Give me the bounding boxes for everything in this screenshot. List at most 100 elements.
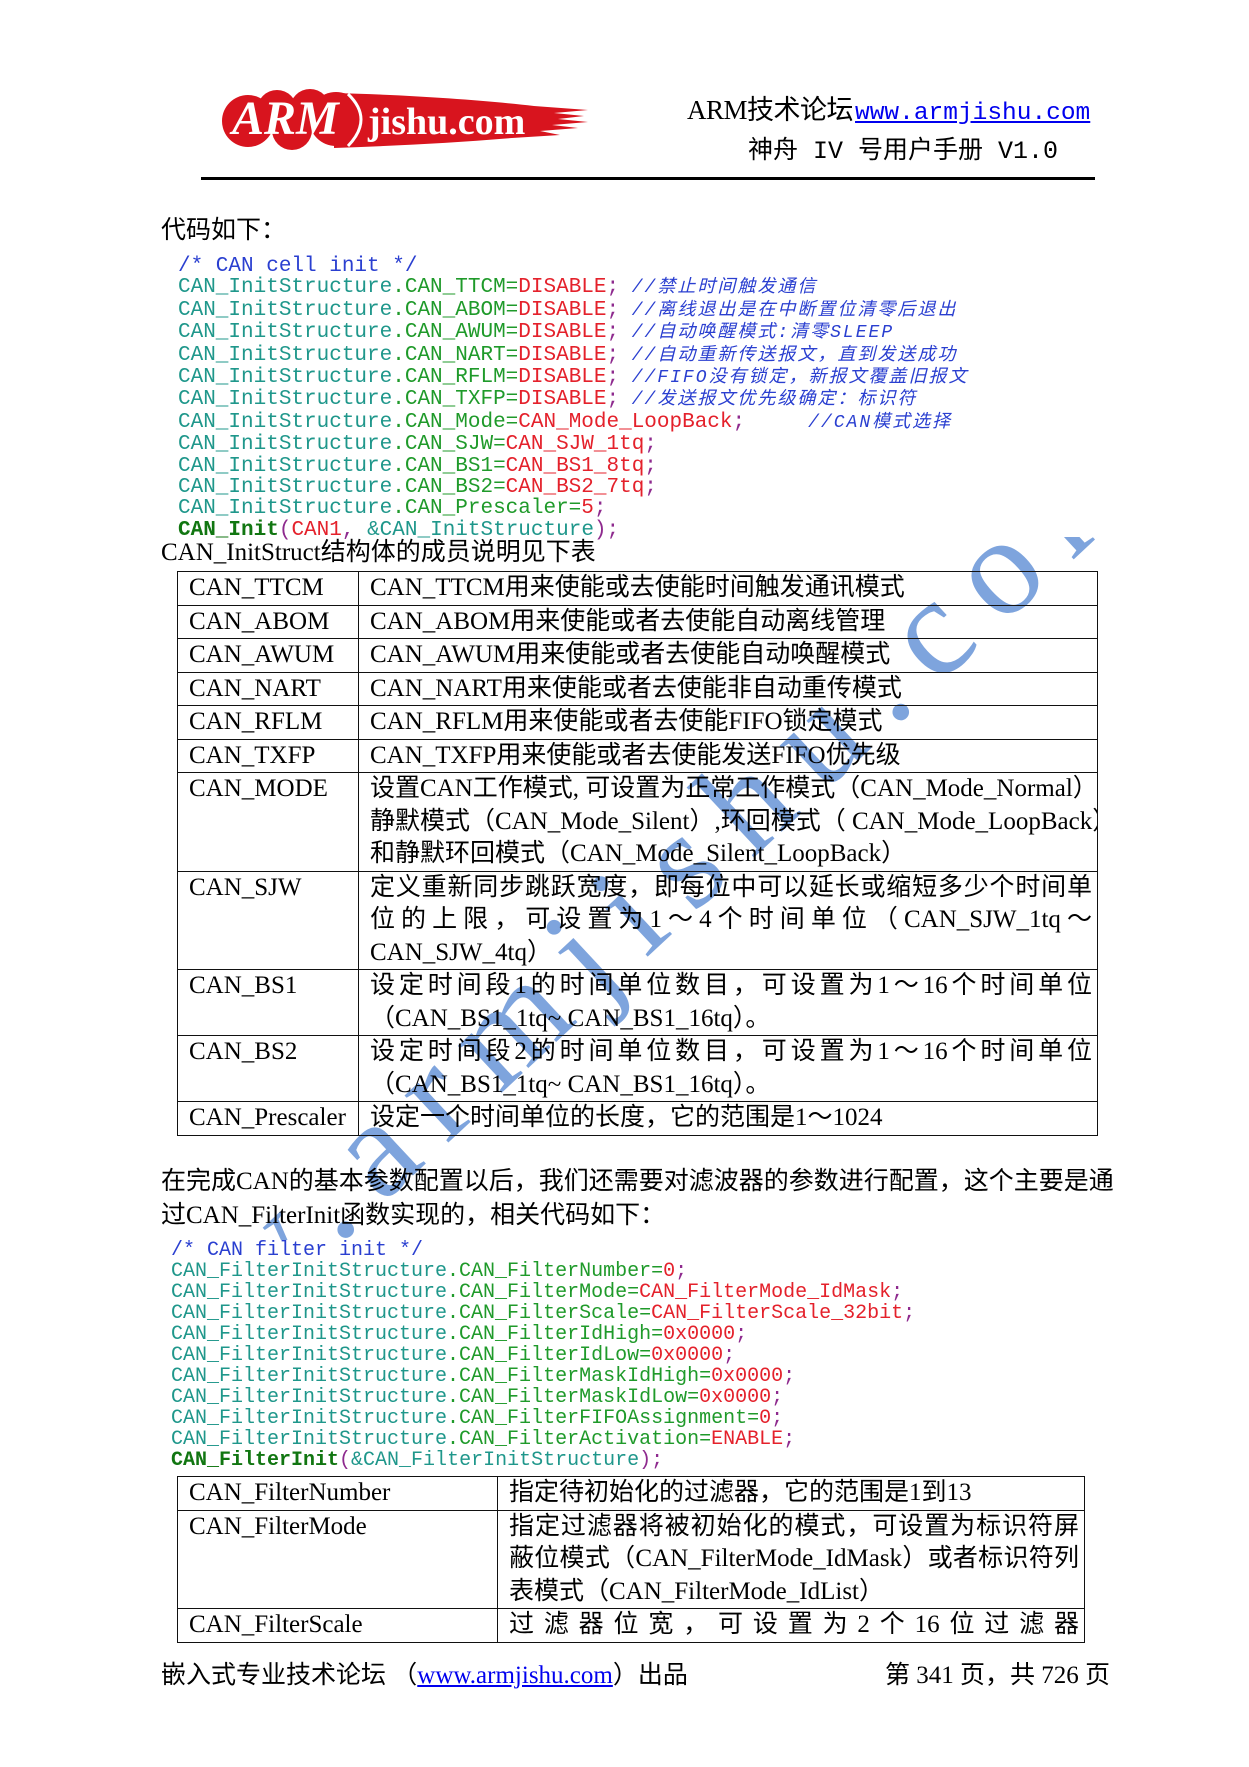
field-description-cell: CAN_AWUM用来使能或者去使能自动唤醒模式 <box>358 638 1098 673</box>
table-row: CAN_ABOM CAN_ABOM用来使能或者去使能自动离线管理 <box>177 604 1098 639</box>
code-line-comment: //自动重新传送报文，直到发送成功 <box>631 345 958 366</box>
code-punct: ); <box>639 1449 664 1472</box>
code-struct: CAN_InitStructure <box>178 476 393 500</box>
code-struct: CAN_FilterInitStructure <box>171 1428 448 1451</box>
code-line-comment: //FIFO没有锁定，新报文覆盖旧报文 <box>631 368 969 389</box>
code-line: CAN_FilterInit(&CAN_FilterInitStructure)… <box>171 1450 915 1471</box>
code-line: CAN_InitStructure.CAN_AWUM=DISABLE; //自动… <box>178 322 969 344</box>
description-line: CAN_NART用来使能或者去使能非自动重传模式 <box>370 674 902 702</box>
code-punct: ; <box>606 321 620 345</box>
code-struct: CAN_FilterInitStructure <box>171 1281 448 1304</box>
code-value: 0x0000 <box>699 1386 772 1409</box>
code-member: .CAN_FilterMaskIdHigh= <box>447 1365 712 1388</box>
page-number: 第 341 页，共 726 页 <box>884 1662 1110 1689</box>
table-row: CAN_NART CAN_NART用来使能或者去使能非自动重传模式 <box>177 671 1098 706</box>
field-name-cell: CAN_ABOM <box>177 604 359 639</box>
code-line: CAN_InitStructure.CAN_ABOM=DISABLE; //离线… <box>178 300 969 322</box>
code-line: CAN_InitStructure.CAN_TXFP=DISABLE; //发送… <box>178 389 969 411</box>
description-line: 设置CAN工作模式, 可设置为正常工作模式（CAN_Mode_Normal） <box>370 775 1098 802</box>
field-description-cell: 设定一个时间单位的长度，它的范围是1～1024 <box>358 1101 1098 1136</box>
code-line: CAN_InitStructure.CAN_NART=DISABLE; //自动… <box>178 343 969 367</box>
code-struct: CAN_FilterInitStructure <box>171 1260 448 1283</box>
description-line: 表模式（CAN_FilterMode_IdList） <box>509 1577 884 1605</box>
table-row: CAN_TTCM CAN_TTCM用来使能或去使能时间触发通讯模式 <box>177 571 1098 606</box>
intro-text: 代码如下： <box>161 217 287 244</box>
code-block-comment: /* CAN cell init */ <box>178 255 418 278</box>
table-row: CAN_MODE 设置CAN工作模式, 可设置为正常工作模式（CAN_Mode_N… <box>177 772 1098 872</box>
code-value: DISABLE <box>518 388 607 412</box>
description-line: CAN_RFLM用来使能或者去使能FIFO锁定模式 <box>370 708 883 735</box>
field-description-cell: 指定待初始化的过滤器，它的范围是1到13 <box>497 1476 1085 1511</box>
code-value: 0 <box>663 1260 676 1283</box>
code-line: CAN_FilterInitStructure.CAN_FilterScale=… <box>171 1303 915 1324</box>
header-site-link[interactable]: www.armjishu.com <box>855 100 1090 127</box>
code-struct: CAN_InitStructure <box>178 497 393 521</box>
code-member: .CAN_FilterActivation= <box>447 1428 712 1451</box>
code-value: CAN_SJW_1tq <box>505 433 645 457</box>
code-member: .CAN_BS1= <box>392 454 506 478</box>
footer-site-link[interactable]: www.armjishu.com <box>417 1662 613 1689</box>
code-member: .CAN_FilterScale= <box>447 1302 652 1325</box>
code-struct: CAN_InitStructure <box>178 366 393 390</box>
document-page: www.armjishu.com ARM jishu.com ARM技术论坛ww… <box>0 0 1249 1767</box>
table-row: CAN_FilterScale 过滤器位宽，可设置为2个16位过滤器 <box>177 1608 1085 1643</box>
table-row: CAN_RFLM CAN_RFLM用来使能或者去使能FIFO锁定模式 <box>177 705 1098 740</box>
description-line: （CAN_BS1_1tq~ CAN_BS1_16tq）。 <box>370 1004 771 1032</box>
field-name-cell: CAN_TTCM <box>177 571 359 606</box>
header-forum-line: ARM技术论坛www.armjishu.com <box>687 95 1090 129</box>
code-punct: ; <box>593 497 607 521</box>
table-row: CAN_Prescaler 设定一个时间单位的长度，它的范围是1～1024 <box>177 1101 1098 1136</box>
code-value: CAN_FilterMode_IdMask <box>639 1281 892 1304</box>
code-value: CAN_Mode_LoopBack <box>518 410 733 434</box>
code-line: CAN_InitStructure.CAN_SJW=CAN_SJW_1tq; <box>178 434 969 455</box>
code-value: DISABLE <box>518 343 607 367</box>
field-description-cell: 设置CAN工作模式, 可设置为正常工作模式（CAN_Mode_Normal） 静默… <box>358 772 1098 872</box>
table-row: CAN_FilterMode 指定过滤器将被初始化的模式，可设置为标识符屏 蔽位模式… <box>177 1509 1085 1609</box>
code-line: CAN_FilterInitStructure.CAN_FilterMode=C… <box>171 1282 915 1303</box>
code-punct: ; <box>783 1365 796 1388</box>
code-block-can-init: /* CAN cell init */CAN_InitStructure.CAN… <box>178 256 969 541</box>
code-func: CAN_FilterInit <box>171 1449 340 1472</box>
code-struct: CAN_InitStructure <box>178 343 393 367</box>
field-name-cell: CAN_FilterMode <box>177 1509 498 1609</box>
table-row: CAN_FilterNumber 指定待初始化的过滤器，它的范围是1到13 <box>177 1476 1085 1511</box>
code-block-filter-init: /* CAN filter init */CAN_FilterInitStruc… <box>171 1240 915 1471</box>
code-line-comment: //发送报文优先级确定：标识符 <box>631 390 918 411</box>
code-value: DISABLE <box>518 298 607 322</box>
code-line: CAN_FilterInitStructure.CAN_FilterIdHigh… <box>171 1324 915 1345</box>
code-line: CAN_FilterInitStructure.CAN_FilterFIFOAs… <box>171 1408 915 1429</box>
code-member: .CAN_FilterMode= <box>447 1281 640 1304</box>
code-punct: ; <box>606 298 620 322</box>
code-punct: ); <box>593 518 620 542</box>
description-line: 设定一个时间单位的长度，它的范围是1～1024 <box>370 1104 883 1131</box>
code-line: CAN_InitStructure.CAN_BS1=CAN_BS1_8tq; <box>178 454 969 478</box>
filter-intro-paragraph: 在完成CAN的基本参数配置以后，我们还需要对滤波器的参数进行配置，这个主要是通 … <box>161 1165 1114 1233</box>
code-punct: ; <box>675 1260 688 1283</box>
code-member: .CAN_FilterIdHigh= <box>447 1323 664 1346</box>
description-line: CAN_TTCM用来使能或去使能时间触发通讯模式 <box>370 574 905 601</box>
description-line: CAN_SJW_4tq） <box>370 938 552 966</box>
code-punct: ; <box>644 433 657 457</box>
manual-title: 神舟 IV 号用户手册 V1.0 <box>748 137 1059 166</box>
code-struct: CAN_InitStructure <box>178 298 393 322</box>
field-description-cell: CAN_TXFP用来使能或者去使能发送FIFO优先级 <box>358 738 1098 773</box>
code-line: CAN_FilterInitStructure.CAN_FilterNumber… <box>171 1261 915 1282</box>
field-name-cell: CAN_RFLM <box>177 705 359 740</box>
code-value: 0x0000 <box>663 1323 736 1346</box>
table-row: CAN_BS1 设定时间段1的时间单位数目，可设置为1～16个时间单位 （CAN_B… <box>177 969 1098 1036</box>
table-caption: CAN_InitStruct结构体的成员说明见下表 <box>161 539 596 566</box>
code-value: 0x0000 <box>651 1344 724 1367</box>
code-struct: CAN_InitStructure <box>178 276 393 300</box>
code-line: /* CAN filter init */ <box>171 1240 915 1261</box>
table-row: CAN_TXFP CAN_TXFP用来使能或者去使能发送FIFO优先级 <box>177 738 1098 773</box>
description-line: （CAN_BS1_1tq~ CAN_BS1_16tq）。 <box>370 1070 771 1098</box>
field-description-cell: CAN_RFLM用来使能或者去使能FIFO锁定模式 <box>358 705 1098 740</box>
code-member: .CAN_BS2= <box>392 476 506 500</box>
logo-primary-text: ARM <box>229 92 341 145</box>
paragraph-line: 在完成CAN的基本参数配置以后，我们还需要对滤波器的参数进行配置，这个主要是通 <box>161 1168 1114 1195</box>
field-name-cell: CAN_FilterNumber <box>177 1476 498 1511</box>
